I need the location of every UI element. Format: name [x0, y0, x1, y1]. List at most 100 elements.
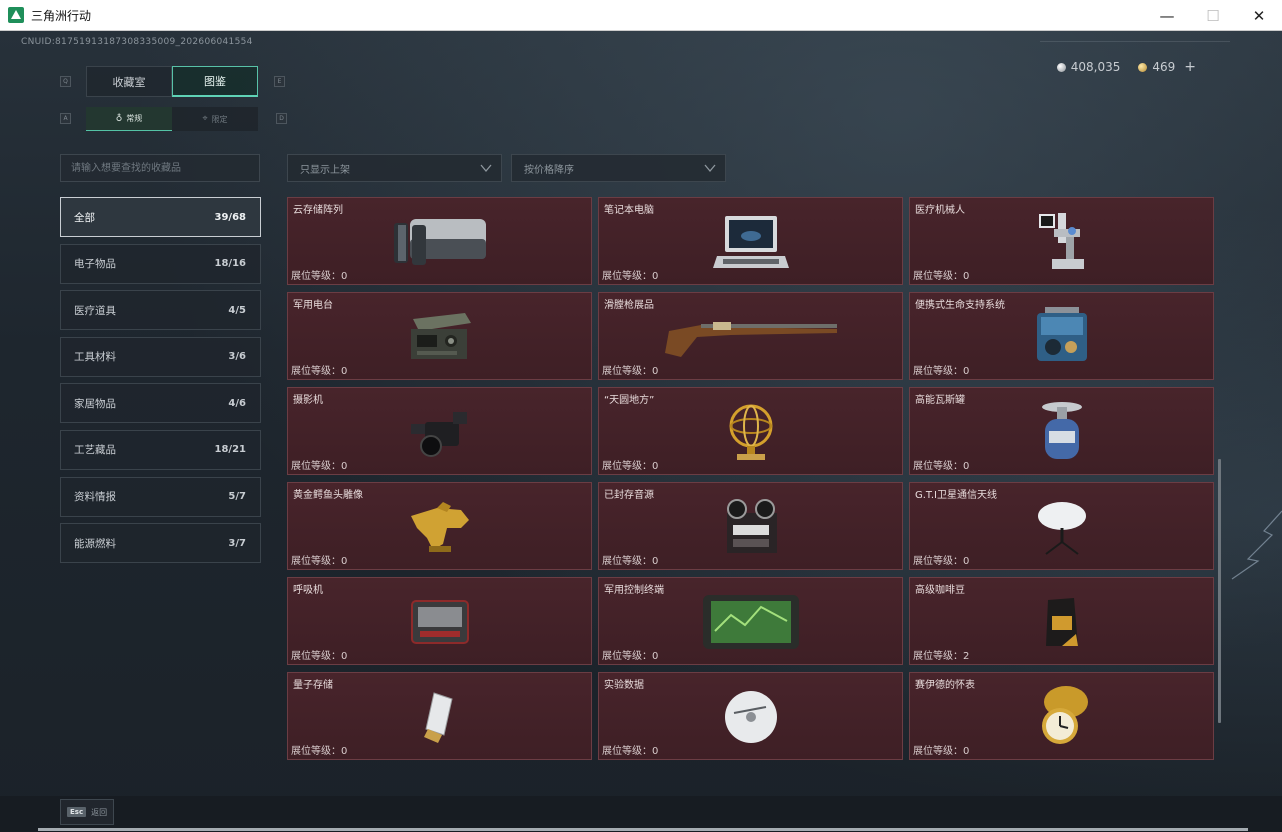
subtab-regular-label: 常规 [126, 114, 143, 123]
category-count: 4/6 [228, 397, 246, 409]
item-card[interactable]: 便携式生命支持系统 展位等级：0 [909, 292, 1214, 380]
item-card[interactable]: G.T.I卫星通信天线 展位等级：0 [909, 482, 1214, 570]
item-name: 滑膛枪展品 [604, 300, 654, 311]
laptop-icon [712, 216, 789, 268]
category-count: 5/7 [228, 491, 246, 503]
item-level: 展位等级：0 [913, 461, 970, 472]
close-button[interactable]: ✕ [1236, 0, 1282, 31]
item-card[interactable]: “天圆地方” 展位等级：0 [598, 387, 903, 475]
gold-amount: 469 [1152, 60, 1176, 74]
item-card[interactable]: 高能瓦斯罐 展位等级：0 [909, 387, 1214, 475]
category-label: 全部 [74, 211, 95, 224]
category-all[interactable]: 全部 39/68 [60, 197, 261, 237]
silver-amount: 408,035 [1070, 60, 1121, 74]
item-name: 量子存储 [293, 680, 333, 691]
server-array-icon [393, 219, 486, 265]
subtab-limited[interactable]: ⌖ 限定 [172, 107, 258, 131]
chevron-down-icon [704, 164, 716, 173]
tab-codex[interactable]: 图鉴 [172, 66, 258, 97]
item-name: 已封存音源 [604, 490, 654, 501]
add-currency-button[interactable]: + [1184, 59, 1196, 75]
regular-icon: ♁ [115, 113, 123, 124]
gold-statue-icon [410, 502, 469, 552]
item-name: 便携式生命支持系统 [915, 300, 1005, 311]
back-button[interactable]: Esc 返回 [60, 799, 114, 825]
limited-icon: ⌖ [202, 114, 208, 124]
quantum-storage-icon [423, 692, 453, 743]
item-card[interactable]: 实验数据 展位等级：0 [598, 672, 903, 760]
respirator-icon [410, 600, 469, 644]
item-card[interactable]: 军用电台 展位等级：0 [287, 292, 592, 380]
gas-tank-icon [1041, 402, 1082, 459]
category-count: 3/6 [228, 351, 246, 363]
item-name: 实验数据 [604, 680, 644, 691]
category-energy[interactable]: 能源燃料 3/7 [60, 523, 261, 564]
item-card[interactable]: 军用控制终端 展位等级：0 [598, 577, 903, 665]
item-level: 展位等级：2 [913, 651, 970, 662]
pocket-watch-icon [1041, 686, 1088, 744]
item-level: 展位等级：0 [602, 556, 659, 567]
coffee-bag-icon [1045, 598, 1078, 646]
bottom-edge-line [38, 828, 1248, 831]
item-name: 摄影机 [293, 395, 323, 406]
item-card[interactable]: 云存储阵列 展位等级：0 [287, 197, 592, 285]
item-card[interactable]: 赛伊德的怀表 展位等级：0 [909, 672, 1214, 760]
key-hint-prev-sub: A [60, 113, 71, 124]
app-logo-icon [8, 7, 24, 23]
category-label: 医疗道具 [74, 304, 116, 317]
category-count: 18/21 [214, 444, 246, 456]
item-card[interactable]: 医疗机械人 展位等级：0 [909, 197, 1214, 285]
category-label: 工艺藏品 [74, 444, 116, 457]
window-title: 三角洲行动 [31, 8, 92, 23]
item-name: 军用电台 [293, 300, 333, 311]
maximize-button[interactable]: ☐ [1190, 0, 1236, 31]
sort-value: 按价格降序 [524, 164, 574, 176]
category-count: 3/7 [228, 537, 246, 549]
item-card[interactable]: 高级咖啡豆 展位等级：2 [909, 577, 1214, 665]
shelf-filter-value: 只显示上架 [300, 164, 350, 176]
item-level: 展位等级：0 [602, 366, 659, 377]
sub-tabs: ♁ 常规 ⌖ 限定 [86, 107, 258, 131]
item-card[interactable]: 呼吸机 展位等级：0 [287, 577, 592, 665]
search-input[interactable] [60, 154, 260, 182]
data-disc-icon [724, 691, 777, 743]
item-card[interactable]: 已封存音源 展位等级：0 [598, 482, 903, 570]
chevron-down-icon [480, 164, 492, 173]
main-tabs: 收藏室 图鉴 [86, 66, 258, 97]
item-name: 医疗机械人 [915, 205, 965, 216]
camera-icon [410, 412, 467, 457]
item-level: 展位等级：0 [291, 366, 348, 377]
item-card[interactable]: 摄影机 展位等级：0 [287, 387, 592, 475]
category-tools[interactable]: 工具材料 3/6 [60, 336, 261, 377]
sort-dropdown[interactable]: 按价格降序 [511, 154, 726, 182]
background-lightning-decoration [1231, 510, 1282, 580]
musket-icon [664, 322, 837, 357]
category-intel[interactable]: 资料情报 5/7 [60, 476, 261, 517]
shelf-filter-dropdown[interactable]: 只显示上架 [287, 154, 502, 182]
armillary-sphere-icon [729, 404, 772, 460]
item-card[interactable]: 滑膛枪展品 展位等级：0 [598, 292, 903, 380]
item-card[interactable]: 黄金鳄鱼头雕像 展位等级：0 [287, 482, 592, 570]
tab-collection-room[interactable]: 收藏室 [86, 66, 172, 97]
item-card[interactable]: 笔记本电脑 展位等级：0 [598, 197, 903, 285]
item-name: 赛伊德的怀表 [915, 680, 975, 691]
item-level: 展位等级：0 [291, 651, 348, 662]
uid-label: CNUID:8175191318730833500​9_202606041554 [21, 37, 253, 47]
satellite-dish-icon [1037, 502, 1086, 555]
key-hint-next-sub: D [276, 113, 287, 124]
item-name: 高能瓦斯罐 [915, 395, 965, 406]
category-count: 18/16 [214, 258, 246, 270]
gold-coin-icon [1138, 62, 1148, 72]
item-level: 展位等级：0 [602, 271, 659, 282]
category-crafts[interactable]: 工艺藏品 18/21 [60, 429, 261, 470]
grid-scrollbar[interactable] [1218, 459, 1221, 723]
category-household[interactable]: 家居物品 4/6 [60, 383, 261, 424]
subtab-regular[interactable]: ♁ 常规 [86, 107, 172, 131]
item-name: “天圆地方” [604, 395, 655, 406]
bottom-bar [0, 796, 1282, 832]
item-card[interactable]: 量子存储 展位等级：0 [287, 672, 592, 760]
minimize-button[interactable]: — [1144, 0, 1190, 31]
category-electronics[interactable]: 电子物品 18/16 [60, 243, 261, 284]
category-medical[interactable]: 医疗道具 4/5 [60, 290, 261, 331]
top-divider [1040, 41, 1230, 42]
